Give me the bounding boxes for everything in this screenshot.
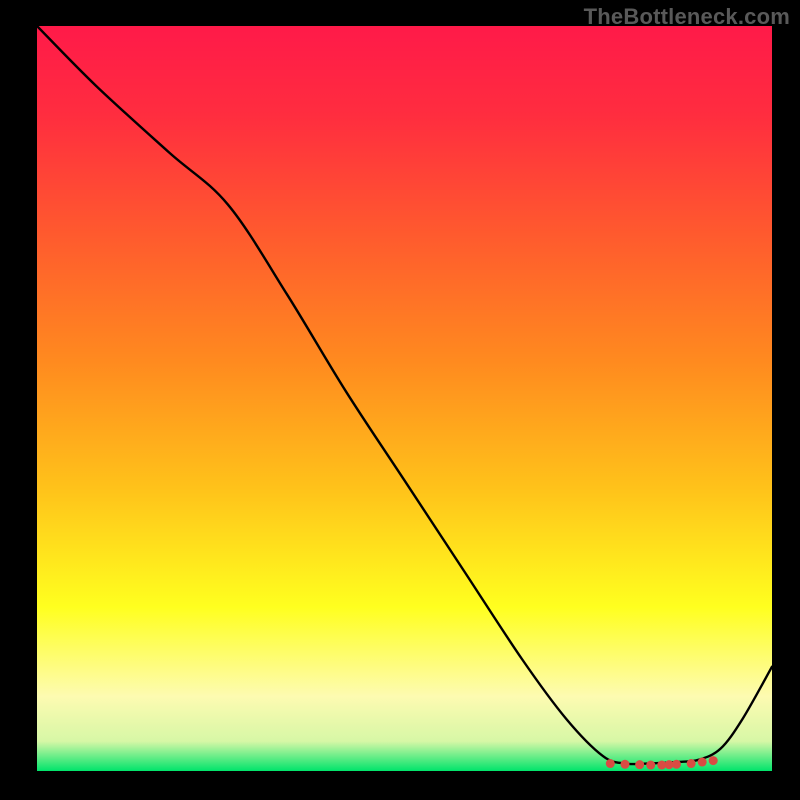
line-chart — [37, 26, 772, 771]
watermark-text: TheBottleneck.com — [584, 4, 790, 30]
sweet-spot-marker — [698, 758, 707, 767]
sweet-spot-marker — [621, 760, 630, 769]
sweet-spot-marker — [646, 761, 655, 770]
sweet-spot-marker — [672, 760, 681, 769]
sweet-spot-marker — [687, 759, 696, 768]
plot-area — [37, 26, 772, 771]
sweet-spot-marker — [606, 759, 615, 768]
sweet-spot-marker — [709, 756, 718, 765]
chart-frame: TheBottleneck.com — [0, 0, 800, 800]
gradient-background — [37, 26, 772, 771]
sweet-spot-marker — [635, 760, 644, 769]
